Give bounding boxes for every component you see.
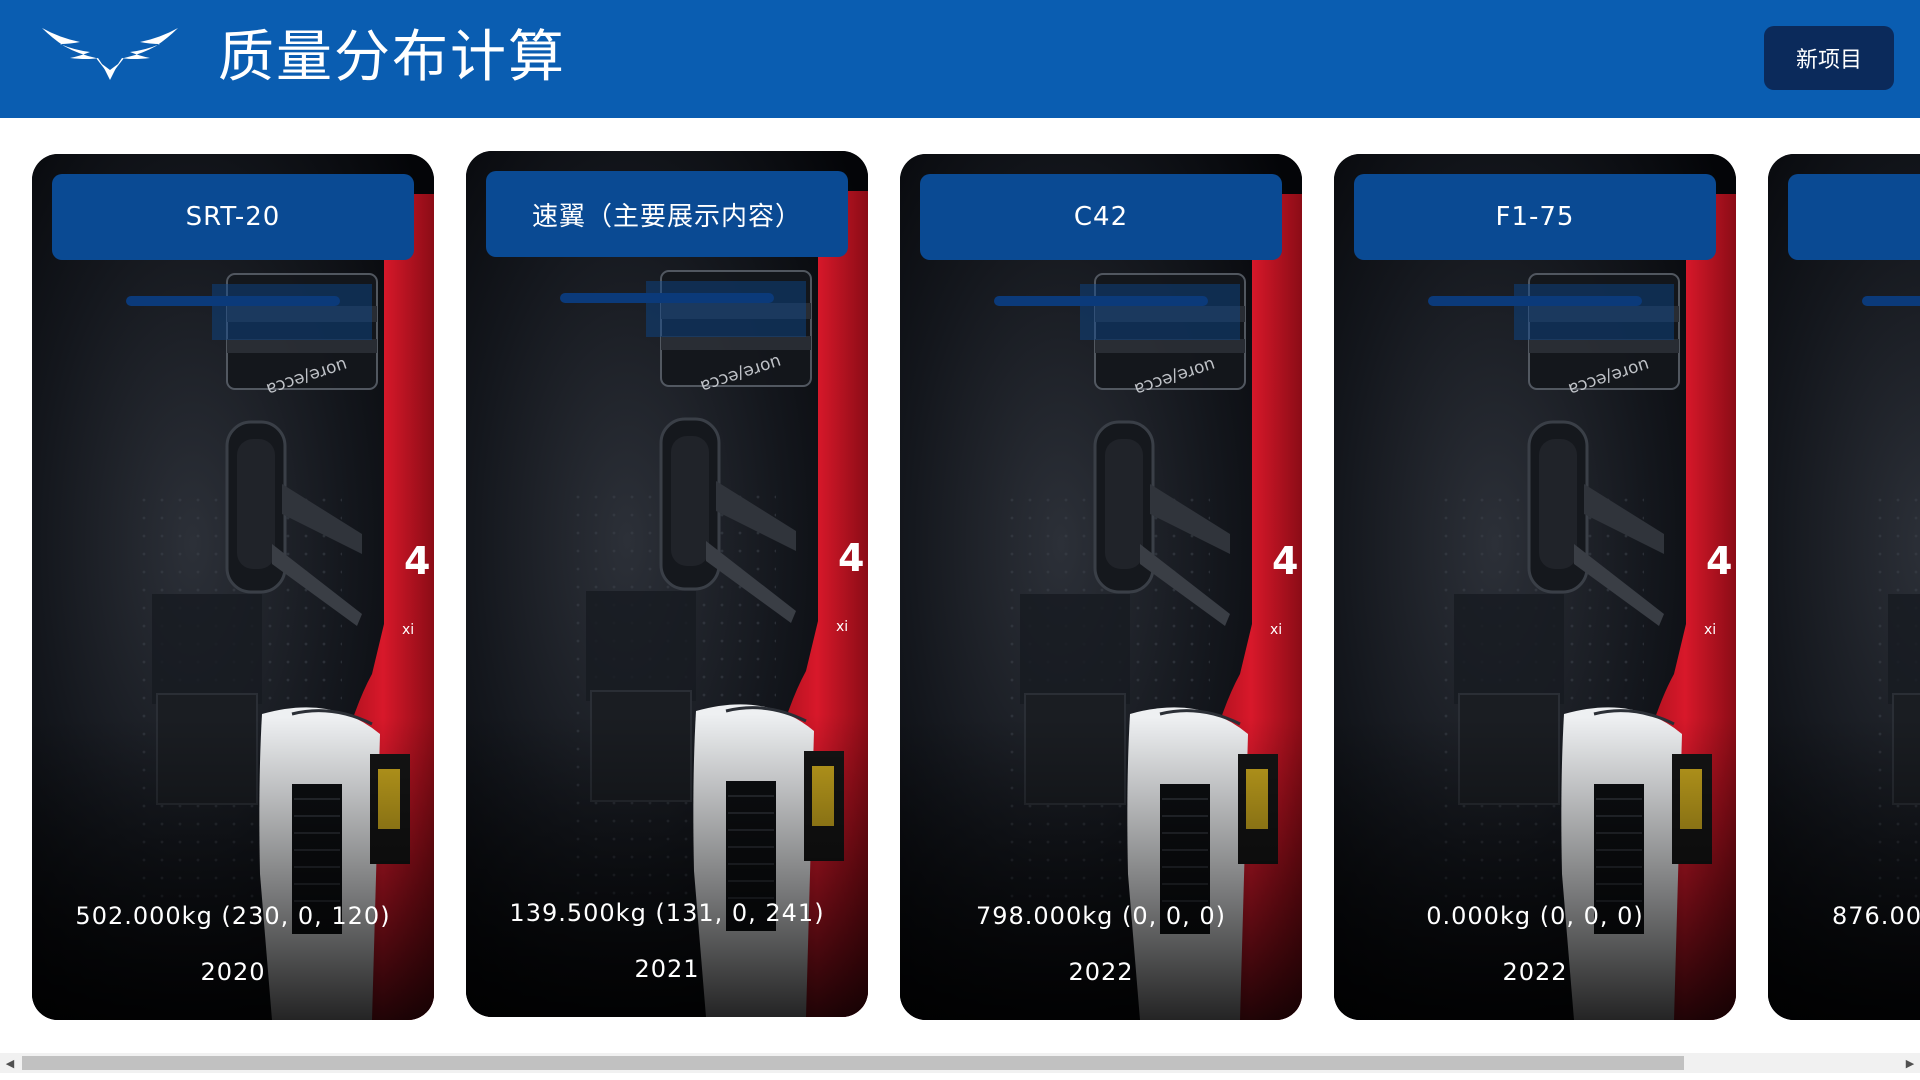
project-name [1788, 174, 1920, 260]
project-name: 速翼（主要展示内容） [486, 171, 848, 257]
project-card[interactable]: 876.000 [1768, 154, 1920, 1020]
card-divider-bar [560, 293, 774, 303]
project-card[interactable]: 速翼（主要展示内容） 139.500kg (131, 0, 241) 2021 [466, 151, 868, 1017]
project-name: C42 [920, 174, 1282, 260]
mass-summary: 798.000kg (0, 0, 0) [975, 902, 1227, 930]
mass-summary: 0.000kg (0, 0, 0) [1426, 902, 1644, 930]
project-card-strip[interactable]: SRT-20 502.000kg (230, 0, 120) 2020 速翼（主… [0, 118, 1920, 1053]
project-card[interactable]: F1-75 0.000kg (0, 0, 0) 2022 [1334, 154, 1736, 1020]
project-year: 2022 [1068, 958, 1134, 986]
car-image [1768, 154, 1920, 1020]
card-divider-bar [1428, 296, 1642, 306]
car-image [900, 154, 1302, 1020]
scroll-right-icon[interactable]: ▶ [1900, 1053, 1920, 1073]
new-project-button[interactable]: 新项目 [1764, 26, 1894, 90]
project-year: 2020 [200, 958, 266, 986]
project-name: F1-75 [1354, 174, 1716, 260]
mass-summary: 502.000kg (230, 0, 120) [75, 902, 391, 930]
mass-summary: 139.500kg (131, 0, 241) [509, 899, 825, 927]
car-image [1334, 154, 1736, 1020]
project-year: 2022 [1502, 958, 1568, 986]
app-header: 质量分布计算 新项目 [0, 0, 1920, 118]
page-title: 质量分布计算 [218, 25, 566, 90]
project-card[interactable]: SRT-20 502.000kg (230, 0, 120) 2020 [32, 154, 434, 1020]
card-divider-bar [1862, 296, 1920, 306]
horizontal-scrollbar[interactable]: ◀ ▶ [0, 1053, 1920, 1073]
project-year: 2021 [634, 955, 700, 983]
card-divider-bar [126, 296, 340, 306]
card-divider-bar [994, 296, 1208, 306]
car-image [466, 151, 868, 1017]
project-card[interactable]: C42 798.000kg (0, 0, 0) 2022 [900, 154, 1302, 1020]
winged-logo-icon [42, 28, 178, 80]
scrollbar-thumb[interactable] [22, 1056, 1684, 1070]
mass-summary: 876.000 [1832, 902, 1920, 930]
car-image [32, 154, 434, 1020]
project-name: SRT-20 [52, 174, 414, 260]
scroll-left-icon[interactable]: ◀ [0, 1053, 20, 1073]
